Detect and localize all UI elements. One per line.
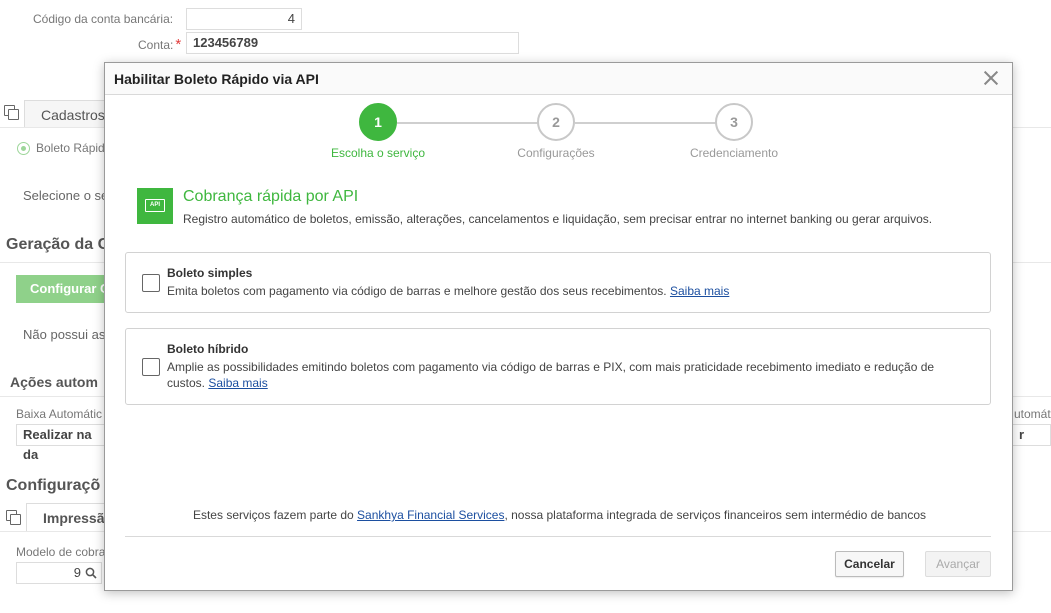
- saiba-mais-link[interactable]: Saiba mais: [208, 376, 267, 390]
- select-service-text: Selecione o se: [23, 188, 109, 203]
- dialog-header: Habilitar Boleto Rápido via API: [105, 63, 1012, 95]
- section-geracao: Geração da C: [6, 236, 110, 253]
- footer-divider: [125, 536, 991, 537]
- step-3: 3 Credenciamento: [674, 103, 794, 160]
- option-description: Emita boletos com pagamento via código d…: [167, 284, 730, 298]
- option-boleto-simples[interactable]: Boleto simples Emita boletos com pagamen…: [125, 252, 991, 313]
- copy-icon[interactable]: [6, 510, 21, 525]
- step-circle: 2: [537, 103, 575, 141]
- enable-boleto-dialog: Habilitar Boleto Rápido via API 1 Escolh…: [104, 62, 1013, 591]
- step-label: Configurações: [517, 146, 595, 160]
- right-field[interactable]: r: [1013, 424, 1051, 446]
- option-description: Amplie as possibilidades emitindo boleto…: [167, 360, 935, 390]
- boleto-rapido-radio[interactable]: [17, 142, 30, 155]
- step-label: Credenciamento: [689, 146, 779, 160]
- footer-note: Estes serviços fazem parte do Sankhya Fi…: [192, 508, 927, 522]
- cancel-button[interactable]: Cancelar: [835, 551, 904, 577]
- boleto-rapido-label: Boleto Rápid: [36, 141, 105, 155]
- step-1: 1 Escolha o serviço: [318, 103, 438, 160]
- search-icon[interactable]: [85, 567, 97, 579]
- option-title: Boleto simples: [167, 266, 253, 280]
- option-boleto-hibrido[interactable]: Boleto híbrido Amplie as possibilidades …: [125, 328, 991, 405]
- bank-code-label: Código da conta bancária:: [33, 12, 174, 26]
- stepper: 1 Escolha o serviço 2 Configurações 3 Cr…: [105, 103, 1014, 163]
- section-configuracoes: Configuraçõ: [6, 477, 101, 494]
- dialog-title: Habilitar Boleto Rápido via API: [114, 71, 319, 87]
- account-label: Conta: *: [138, 36, 182, 53]
- option-title: Boleto híbrido: [167, 342, 249, 356]
- next-button[interactable]: Avançar: [925, 551, 991, 577]
- service-description: Registro automático de boletos, emissão,…: [183, 212, 933, 226]
- required-mark: *: [175, 36, 182, 53]
- copy-icon[interactable]: [4, 105, 19, 120]
- right-label: utomátic: [1014, 407, 1051, 421]
- no-service-text: Não possui as: [23, 327, 106, 342]
- step-circle: 3: [715, 103, 753, 141]
- service-title: Cobrança rápida por API: [183, 188, 359, 205]
- boleto-hibrido-checkbox[interactable]: [142, 358, 160, 376]
- step-2: 2 Configurações: [496, 103, 616, 160]
- sankhya-financial-services-link[interactable]: Sankhya Financial Services: [357, 508, 504, 522]
- step-label: Escolha o serviço: [330, 146, 426, 160]
- api-icon: API: [137, 188, 173, 224]
- step-circle: 1: [359, 103, 397, 141]
- section-acoes: Ações autom: [10, 374, 98, 390]
- boleto-simples-checkbox[interactable]: [142, 274, 160, 292]
- account-field[interactable]: 123456789: [186, 32, 519, 54]
- baixa-label: Baixa Automátic: [16, 407, 103, 421]
- bank-code-field[interactable]: 4: [186, 8, 302, 30]
- modelo-label: Modelo de cobra: [16, 545, 106, 559]
- saiba-mais-link[interactable]: Saiba mais: [670, 284, 729, 298]
- baixa-field[interactable]: Realizar na da: [16, 424, 106, 462]
- close-icon[interactable]: [982, 69, 1000, 87]
